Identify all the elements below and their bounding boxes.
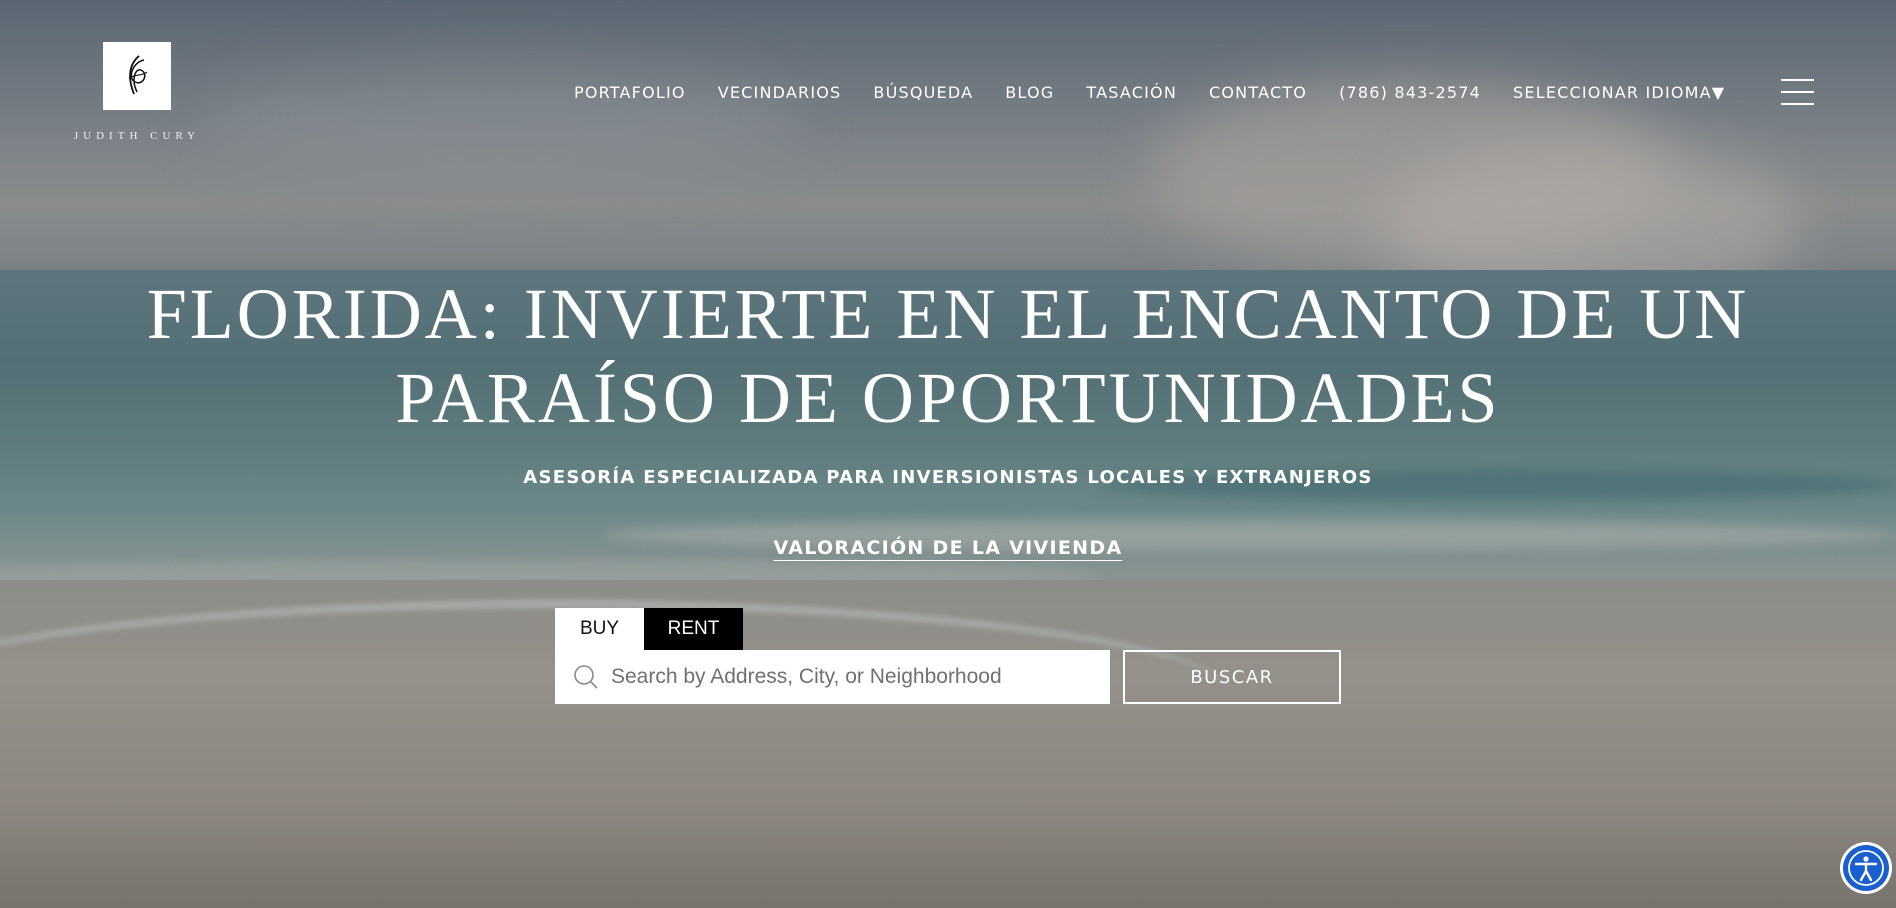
hamburger-menu-icon[interactable] xyxy=(1781,79,1814,105)
menu-line xyxy=(1781,91,1814,93)
nav-phone-link[interactable]: (786) 843-2574 xyxy=(1339,83,1481,102)
site-logo[interactable]: JUDITH CURY xyxy=(66,42,208,142)
nav-item-contacto[interactable]: CONTACTO xyxy=(1209,83,1307,102)
menu-line xyxy=(1781,79,1814,81)
overlay xyxy=(0,0,1896,908)
logo-mark xyxy=(103,42,171,110)
accessibility-icon-wrap xyxy=(1843,845,1889,891)
search-icon xyxy=(574,665,598,689)
hero-title: FLORIDA: INVIERTE EN EL ENCANTO DE UN PA… xyxy=(100,272,1796,440)
language-selector[interactable]: SELECCIONAR IDIOMA▼ xyxy=(1513,83,1725,102)
valuation-link-wrap: VALORACIÓN DE LA VIVIENDA xyxy=(0,537,1896,559)
search-input[interactable] xyxy=(609,656,1093,698)
search-tabs: BUY RENT xyxy=(555,608,743,650)
accessibility-icon xyxy=(1848,850,1884,886)
nav-item-portafolio[interactable]: PORTAFOLIO xyxy=(574,83,686,102)
menu-line xyxy=(1781,103,1814,105)
home-valuation-link[interactable]: VALORACIÓN DE LA VIVIENDA xyxy=(774,537,1123,559)
search-button[interactable]: BUSCAR xyxy=(1123,650,1341,704)
nav-item-blog[interactable]: BLOG xyxy=(1005,83,1054,102)
main-nav: PORTAFOLIO VECINDARIOS BÚSQUEDA BLOG TAS… xyxy=(574,80,1725,104)
tab-buy[interactable]: BUY xyxy=(555,608,644,650)
brand-name: JUDITH CURY xyxy=(73,130,201,142)
hero-subtitle: ASESORÍA ESPECIALIZADA PARA INVERSIONIST… xyxy=(523,467,1373,488)
hero-title-line-2: PARAÍSO DE OPORTUNIDADES xyxy=(395,358,1501,438)
tab-rent[interactable]: RENT xyxy=(644,608,743,650)
nav-item-vecindarios[interactable]: VECINDARIOS xyxy=(718,83,842,102)
hero-background xyxy=(0,0,1896,908)
search-box xyxy=(555,650,1110,704)
nav-item-busqueda[interactable]: BÚSQUEDA xyxy=(873,83,973,102)
signature-monogram-logo xyxy=(128,55,148,95)
nav-item-tasacion[interactable]: TASACIÓN xyxy=(1086,83,1177,102)
hero-title-line-1: FLORIDA: INVIERTE EN EL ENCANTO DE UN xyxy=(146,274,1750,354)
accessibility-button[interactable] xyxy=(1840,842,1892,894)
